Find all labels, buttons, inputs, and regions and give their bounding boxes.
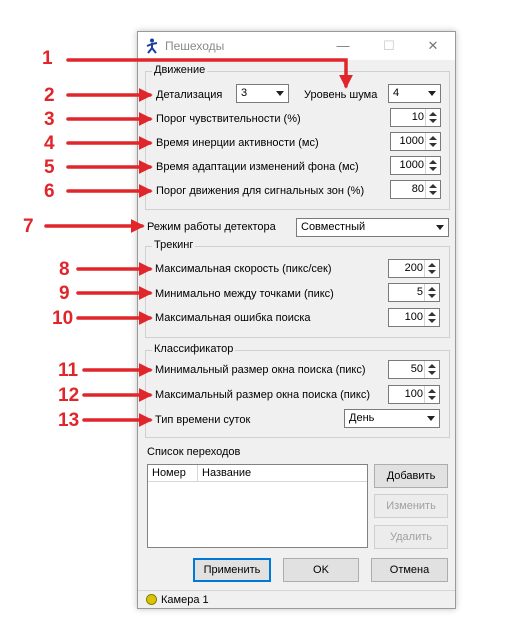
annotation-arrows [44, 58, 353, 427]
annotation-label-2: 2 [44, 85, 55, 106]
annotation-label-6: 6 [44, 181, 55, 202]
annotation-label-11: 11 [58, 360, 79, 381]
annotation-label-13: 13 [58, 410, 80, 431]
annotation-label-9: 9 [59, 283, 70, 304]
annotation-label-3: 3 [44, 109, 55, 130]
annotation-arrow-1 [66, 58, 353, 89]
annotation-label-10: 10 [52, 308, 74, 329]
annotation-label-4: 4 [44, 133, 55, 154]
annotation-label-7: 7 [23, 216, 34, 237]
annotation-label-8: 8 [59, 259, 70, 280]
annotation-label-1: 1 [42, 48, 53, 69]
annotation-label-12: 12 [58, 385, 80, 406]
annotation-label-5: 5 [44, 157, 55, 178]
